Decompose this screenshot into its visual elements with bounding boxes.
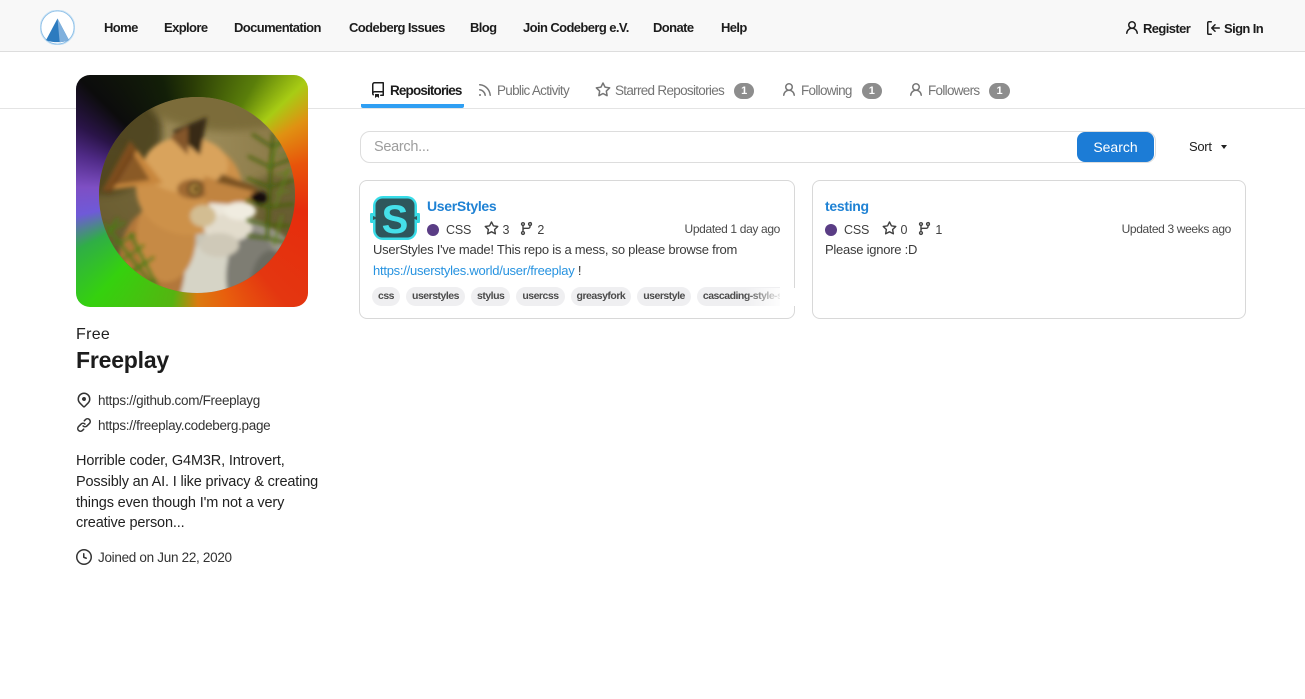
svg-text:S: S [382,198,409,242]
